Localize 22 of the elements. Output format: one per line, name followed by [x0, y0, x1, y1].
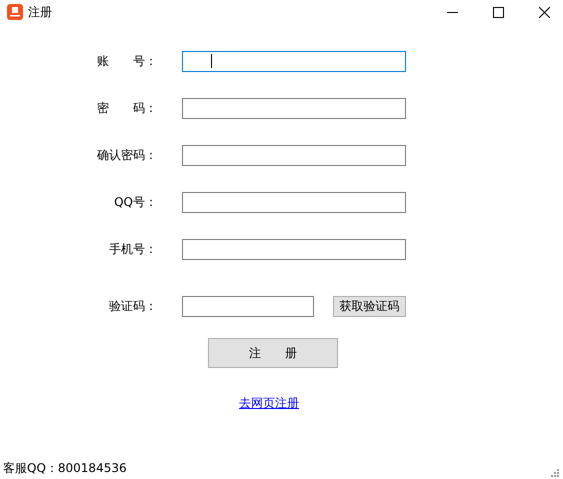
- input-field[interactable]: [182, 50, 406, 72]
- register-button[interactable]: 注 册: [208, 338, 338, 368]
- field-label: 手机号：: [108, 240, 158, 258]
- app-icon: [7, 4, 23, 20]
- field-label: 验证码：: [108, 298, 158, 314]
- field-label: 确认密码：: [96, 146, 158, 164]
- input-field[interactable]: [182, 296, 314, 316]
- input-field[interactable]: [182, 192, 406, 212]
- support-qq-text: 客服QQ：800184536: [3, 460, 127, 477]
- get-code-button[interactable]: 获取验证码: [333, 296, 406, 316]
- input-field[interactable]: [182, 98, 406, 118]
- input-field[interactable]: [182, 238, 406, 260]
- text-cursor: [211, 54, 212, 68]
- field-label: QQ号：: [113, 194, 158, 210]
- web-register-link[interactable]: 去网页注册: [239, 395, 299, 412]
- maximize-icon[interactable]: [493, 6, 504, 18]
- input-field[interactable]: [182, 144, 406, 166]
- field-label: 密 码：: [96, 100, 158, 116]
- resize-grip-icon[interactable]: [551, 469, 559, 477]
- close-icon[interactable]: [539, 6, 550, 18]
- field-label: 账 号：: [96, 52, 158, 70]
- window-title: 注册: [28, 4, 52, 20]
